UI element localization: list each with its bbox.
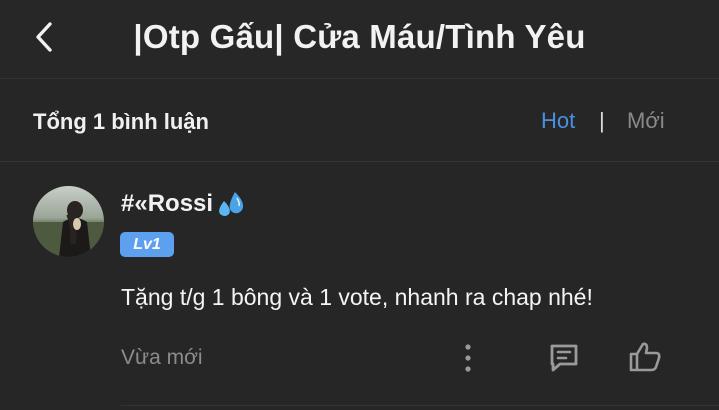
top-bar: |Otp Gấu| Cửa Máu/Tình Yêu — [0, 0, 719, 79]
comment-count: Tổng 1 bình luận — [33, 109, 209, 134]
more-icon — [465, 344, 471, 372]
more-options-button[interactable] — [455, 340, 481, 376]
comment-username[interactable]: #«Rossi — [121, 189, 247, 219]
sort-new-tab[interactable]: Mới — [627, 108, 665, 134]
comments-bar: Tổng 1 bình luận Hot | Mới — [0, 79, 719, 162]
sweat-droplets-icon — [219, 192, 244, 216]
like-icon — [629, 342, 661, 372]
like-button[interactable] — [625, 338, 665, 376]
page-title: |Otp Gấu| Cửa Máu/Tình Yêu — [133, 18, 586, 55]
username-text: #«Rossi — [121, 190, 214, 217]
reply-button[interactable] — [545, 339, 583, 375]
avatar[interactable] — [33, 186, 104, 257]
comment-text: Tặng t/g 1 bông và 1 vote, nhanh ra chap… — [121, 284, 593, 310]
level-badge: Lv1 — [120, 232, 174, 257]
reply-icon — [550, 344, 578, 372]
divider — [121, 405, 719, 406]
sort-hot-tab[interactable]: Hot — [541, 108, 575, 134]
sort-separator: | — [599, 108, 605, 133]
comment-time: Vừa mới — [121, 346, 203, 369]
avatar-image — [33, 186, 104, 257]
